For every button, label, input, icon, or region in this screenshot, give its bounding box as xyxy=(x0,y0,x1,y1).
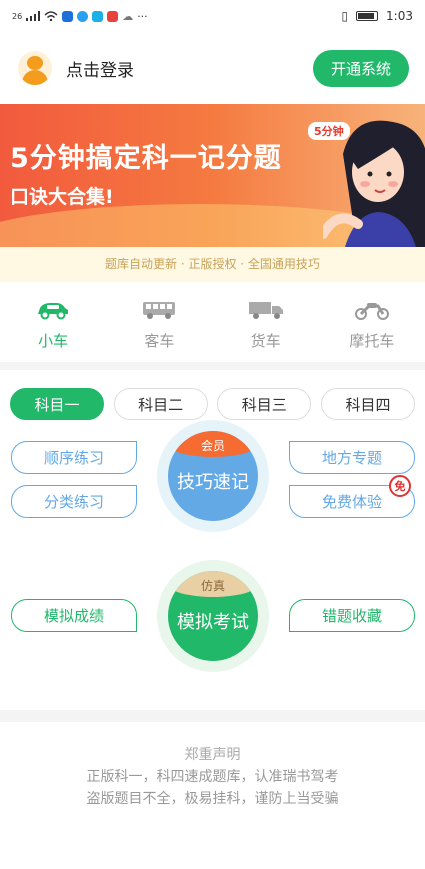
clock: 1:03 xyxy=(386,9,413,23)
promo-banner[interactable]: 5分钟搞定科一记分题 口诀大合集! 5分钟 xyxy=(0,104,425,247)
car-icon xyxy=(38,303,69,320)
header: 点击登录 开通系统 xyxy=(0,32,425,104)
skills-circle[interactable]: 会员 技巧速记 xyxy=(157,420,269,532)
subject-tabs: 科目一 科目二 科目三 科目四 xyxy=(0,370,425,420)
tab-subject-3[interactable]: 科目三 xyxy=(217,388,312,420)
tab-subject-4[interactable]: 科目四 xyxy=(320,388,415,420)
mistakes-favorites-button[interactable]: 错题收藏 xyxy=(289,599,415,632)
tab-subject-2[interactable]: 科目二 xyxy=(113,388,208,420)
wifi-icon xyxy=(44,11,58,21)
battery-icon xyxy=(356,11,379,21)
app-notify-icon xyxy=(107,10,119,22)
vehicle-tabs: 小车 客车 货车 摩托车 xyxy=(0,282,425,362)
bus-icon xyxy=(143,302,176,319)
practice-grid: 顺序练习 分类练习 地方专题 免费体验 免 会员 技巧速记 模拟成绩 错题收藏 … xyxy=(0,420,425,710)
banner-subtitle: 口诀大合集! xyxy=(10,186,114,208)
declaration-title: 郑重声明 xyxy=(184,747,241,763)
local-topics-button[interactable]: 地方专题 xyxy=(289,441,415,474)
tab-label: 小车 xyxy=(38,332,69,350)
banner-title: 5分钟搞定科一记分题 xyxy=(10,143,282,174)
avatar[interactable] xyxy=(18,51,52,85)
network-label: 26 xyxy=(12,11,23,21)
tab-label: 货车 xyxy=(250,332,281,350)
signal-icon xyxy=(26,11,41,21)
app-notify-icon xyxy=(62,10,74,22)
notice-bar: 题库自动更新 · 正版授权 · 全国通用技巧 xyxy=(0,247,425,282)
tab-motorcycle[interactable]: 摩托车 xyxy=(332,300,412,362)
declaration-line: 正版科一，科四速成题库，认准瑞书驾考 xyxy=(86,769,339,785)
declaration: 郑重声明 正版科一，科四速成题库，认准瑞书驾考 盗版题目不全，极易挂科，谨防上当… xyxy=(0,722,425,810)
tab-car[interactable]: 小车 xyxy=(13,300,93,362)
truck-icon xyxy=(248,302,283,319)
free-badge: 免 xyxy=(389,475,411,497)
member-cap: 会员 xyxy=(168,431,258,457)
mock-exam-circle[interactable]: 仿真 模拟考试 xyxy=(157,560,269,672)
tab-truck[interactable]: 货车 xyxy=(226,300,306,362)
section-divider xyxy=(0,362,425,370)
login-area[interactable]: 点击登录 xyxy=(18,51,134,85)
app-notify-icon xyxy=(92,10,104,22)
login-link[interactable]: 点击登录 xyxy=(66,56,134,81)
tab-label: 客车 xyxy=(144,332,175,350)
cloud-icon: ☁ xyxy=(122,9,134,23)
girl-illustration xyxy=(323,120,425,247)
mock-scores-button[interactable]: 模拟成绩 xyxy=(11,599,137,632)
category-practice-button[interactable]: 分类练习 xyxy=(11,485,137,518)
simulation-cap: 仿真 xyxy=(168,571,258,597)
tab-bus[interactable]: 客车 xyxy=(119,300,199,362)
section-divider xyxy=(0,710,425,722)
tab-subject-1[interactable]: 科目一 xyxy=(10,388,104,420)
app-notify-icon xyxy=(77,10,89,22)
skills-label: 技巧速记 xyxy=(177,472,249,493)
more-notifications-icon: ··· xyxy=(137,9,148,23)
status-bar: 26 ☁ ··· ▯ 1:03 xyxy=(0,0,425,32)
motorcycle-icon xyxy=(354,303,389,320)
open-system-button[interactable]: 开通系统 xyxy=(312,49,409,87)
vibrate-icon: ▯ xyxy=(341,9,349,23)
declaration-line: 盗版题目不全，极易挂科，谨防上当受骗 xyxy=(86,791,339,807)
order-practice-button[interactable]: 顺序练习 xyxy=(11,441,137,474)
tab-label: 摩托车 xyxy=(349,332,395,350)
mock-exam-label: 模拟考试 xyxy=(177,612,249,633)
